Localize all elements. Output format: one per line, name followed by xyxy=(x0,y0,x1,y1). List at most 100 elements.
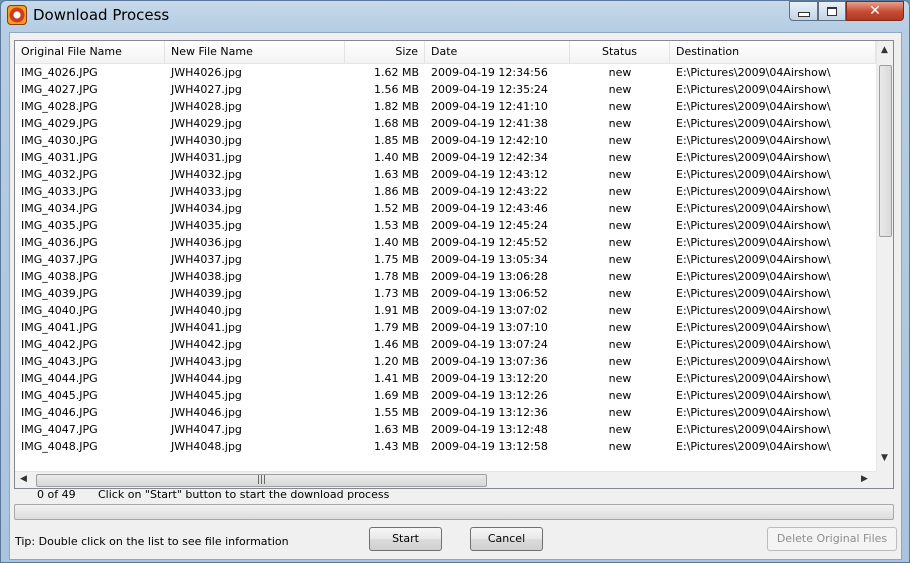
cell-original-file-name: IMG_4030.JPG xyxy=(21,134,98,147)
table-row[interactable]: IMG_4041.JPG JWH4041.jpg 1.79 MB 2009-04-19… xyxy=(15,319,876,336)
maximize-button[interactable] xyxy=(818,1,846,21)
cell-status: new xyxy=(608,440,632,453)
cell-date: 2009-04-19 12:41:10 xyxy=(431,100,548,113)
cell-size: 1.85 MB xyxy=(373,134,419,147)
table-row[interactable]: IMG_4030.JPG JWH4030.jpg 1.85 MB 2009-04-19… xyxy=(15,132,876,149)
table-row[interactable]: IMG_4031.JPG JWH4031.jpg 1.40 MB 2009-04-19… xyxy=(15,149,876,166)
cell-destination: E:\Pictures\2009\04Airshow\ xyxy=(676,168,831,181)
table-row[interactable]: IMG_4028.JPG JWH4028.jpg 1.82 MB 2009-04-19… xyxy=(15,98,876,115)
table-row[interactable]: IMG_4026.JPG JWH4026.jpg 1.62 MB 2009-04-19… xyxy=(15,64,876,81)
table-row[interactable]: IMG_4035.JPG JWH4035.jpg 1.53 MB 2009-04-19… xyxy=(15,217,876,234)
table-row[interactable]: IMG_4029.JPG JWH4029.jpg 1.68 MB 2009-04-19… xyxy=(15,115,876,132)
cell-status: new xyxy=(608,355,632,368)
cell-new-file-name: JWH4039.jpg xyxy=(171,287,242,300)
column-header-original-file-name[interactable]: Original File Name xyxy=(15,41,165,63)
cell-date: 2009-04-19 13:06:52 xyxy=(431,287,548,300)
table-row[interactable]: IMG_4043.JPG JWH4043.jpg 1.20 MB 2009-04-19… xyxy=(15,353,876,370)
cell-date: 2009-04-19 12:35:24 xyxy=(431,83,548,96)
table-row[interactable]: IMG_4044.JPG JWH4044.jpg 1.41 MB 2009-04-19… xyxy=(15,370,876,387)
vertical-scrollbar[interactable]: ▲ ▼ xyxy=(876,41,893,471)
cell-size: 1.63 MB xyxy=(373,168,419,181)
table-row[interactable]: IMG_4027.JPG JWH4027.jpg 1.56 MB 2009-04-19… xyxy=(15,81,876,98)
cell-new-file-name: JWH4037.jpg xyxy=(171,253,242,266)
vertical-scroll-thumb[interactable] xyxy=(879,65,892,237)
table-row[interactable]: IMG_4037.JPG JWH4037.jpg 1.75 MB 2009-04-19… xyxy=(15,251,876,268)
cell-size: 1.91 MB xyxy=(373,304,419,317)
cell-original-file-name: IMG_4047.JPG xyxy=(21,423,98,436)
minimize-button[interactable] xyxy=(789,1,818,21)
table-row[interactable]: IMG_4048.JPG JWH4048.jpg 1.43 MB 2009-04-19… xyxy=(15,438,876,455)
cell-original-file-name: IMG_4033.JPG xyxy=(21,185,98,198)
cell-original-file-name: IMG_4037.JPG xyxy=(21,253,98,266)
cell-destination: E:\Pictures\2009\04Airshow\ xyxy=(676,355,831,368)
cell-original-file-name: IMG_4041.JPG xyxy=(21,321,98,334)
cell-new-file-name: JWH4048.jpg xyxy=(171,440,242,453)
cell-size: 1.46 MB xyxy=(373,338,419,351)
cell-status: new xyxy=(608,83,632,96)
tip-text: Tip: Double click on the list to see fil… xyxy=(15,535,289,548)
close-button[interactable]: ✕ xyxy=(846,1,904,21)
cell-new-file-name: JWH4040.jpg xyxy=(171,304,242,317)
cell-original-file-name: IMG_4027.JPG xyxy=(21,83,98,96)
table-row[interactable]: IMG_4040.JPG JWH4040.jpg 1.91 MB 2009-04-19… xyxy=(15,302,876,319)
column-header-new-file-name[interactable]: New File Name xyxy=(165,41,345,63)
cell-status: new xyxy=(608,304,632,317)
table-row[interactable]: IMG_4047.JPG JWH4047.jpg 1.63 MB 2009-04-19… xyxy=(15,421,876,438)
table-row[interactable]: IMG_4038.JPG JWH4038.jpg 1.78 MB 2009-04-19… xyxy=(15,268,876,285)
cell-destination: E:\Pictures\2009\04Airshow\ xyxy=(676,253,831,266)
scroll-left-icon[interactable]: ◀ xyxy=(20,474,27,484)
cell-new-file-name: JWH4034.jpg xyxy=(171,202,242,215)
cell-status: new xyxy=(608,66,632,79)
horizontal-scrollbar[interactable]: ◀ ||| ▶ xyxy=(15,471,876,488)
cell-new-file-name: JWH4045.jpg xyxy=(171,389,242,402)
title-bar[interactable]: Download Process ✕ xyxy=(1,1,909,31)
cell-original-file-name: IMG_4036.JPG xyxy=(21,236,98,249)
scroll-up-icon[interactable]: ▲ xyxy=(881,45,888,55)
table-row[interactable]: IMG_4033.JPG JWH4033.jpg 1.86 MB 2009-04-19… xyxy=(15,183,876,200)
cell-date: 2009-04-19 12:45:52 xyxy=(431,236,548,249)
table-row[interactable]: IMG_4032.JPG JWH4032.jpg 1.63 MB 2009-04-19… xyxy=(15,166,876,183)
cell-status: new xyxy=(608,236,632,249)
column-header-size[interactable]: Size xyxy=(345,41,425,63)
table-row[interactable]: IMG_4045.JPG JWH4045.jpg 1.69 MB 2009-04-19… xyxy=(15,387,876,404)
cell-original-file-name: IMG_4045.JPG xyxy=(21,389,98,402)
cell-new-file-name: JWH4038.jpg xyxy=(171,270,242,283)
cancel-button[interactable]: Cancel xyxy=(470,527,543,551)
cell-new-file-name: JWH4036.jpg xyxy=(171,236,242,249)
table-row[interactable]: IMG_4042.JPG JWH4042.jpg 1.46 MB 2009-04-19… xyxy=(15,336,876,353)
cell-new-file-name: JWH4035.jpg xyxy=(171,219,242,232)
cell-size: 1.20 MB xyxy=(373,355,419,368)
cell-original-file-name: IMG_4040.JPG xyxy=(21,304,98,317)
cell-size: 1.53 MB xyxy=(373,219,419,232)
column-header-status[interactable]: Status xyxy=(570,41,670,63)
cell-size: 1.79 MB xyxy=(373,321,419,334)
cell-new-file-name: JWH4032.jpg xyxy=(171,168,242,181)
table-row[interactable]: IMG_4046.JPG JWH4046.jpg 1.55 MB 2009-04-19… xyxy=(15,404,876,421)
download-count: 0 of 49 xyxy=(37,488,76,501)
column-header-destination[interactable]: Destination xyxy=(670,41,876,63)
cell-size: 1.40 MB xyxy=(373,236,419,249)
scroll-down-icon[interactable]: ▼ xyxy=(881,453,888,463)
cell-date: 2009-04-19 12:41:38 xyxy=(431,117,548,130)
start-button[interactable]: Start xyxy=(369,527,442,551)
cell-original-file-name: IMG_4034.JPG xyxy=(21,202,98,215)
cell-date: 2009-04-19 12:42:34 xyxy=(431,151,548,164)
app-icon xyxy=(7,5,27,25)
table-row[interactable]: IMG_4036.JPG JWH4036.jpg 1.40 MB 2009-04-19… xyxy=(15,234,876,251)
cell-destination: E:\Pictures\2009\04Airshow\ xyxy=(676,202,831,215)
table-row[interactable]: IMG_4034.JPG JWH4034.jpg 1.52 MB 2009-04-19… xyxy=(15,200,876,217)
table-row[interactable]: IMG_4039.JPG JWH4039.jpg 1.73 MB 2009-04-19… xyxy=(15,285,876,302)
cell-status: new xyxy=(608,270,632,283)
cell-destination: E:\Pictures\2009\04Airshow\ xyxy=(676,440,831,453)
column-header-date[interactable]: Date xyxy=(425,41,570,63)
cell-size: 1.82 MB xyxy=(373,100,419,113)
cell-new-file-name: JWH4044.jpg xyxy=(171,372,242,385)
cell-date: 2009-04-19 13:06:28 xyxy=(431,270,548,283)
cell-date: 2009-04-19 13:12:20 xyxy=(431,372,548,385)
horizontal-scroll-thumb[interactable]: ||| xyxy=(36,474,487,487)
minimize-icon xyxy=(797,11,810,17)
cell-new-file-name: JWH4046.jpg xyxy=(171,406,242,419)
file-list[interactable]: Original File Name New File Name Size Da… xyxy=(14,40,894,489)
delete-original-files-button[interactable]: Delete Original Files xyxy=(767,527,897,551)
scroll-right-icon[interactable]: ▶ xyxy=(861,474,868,484)
